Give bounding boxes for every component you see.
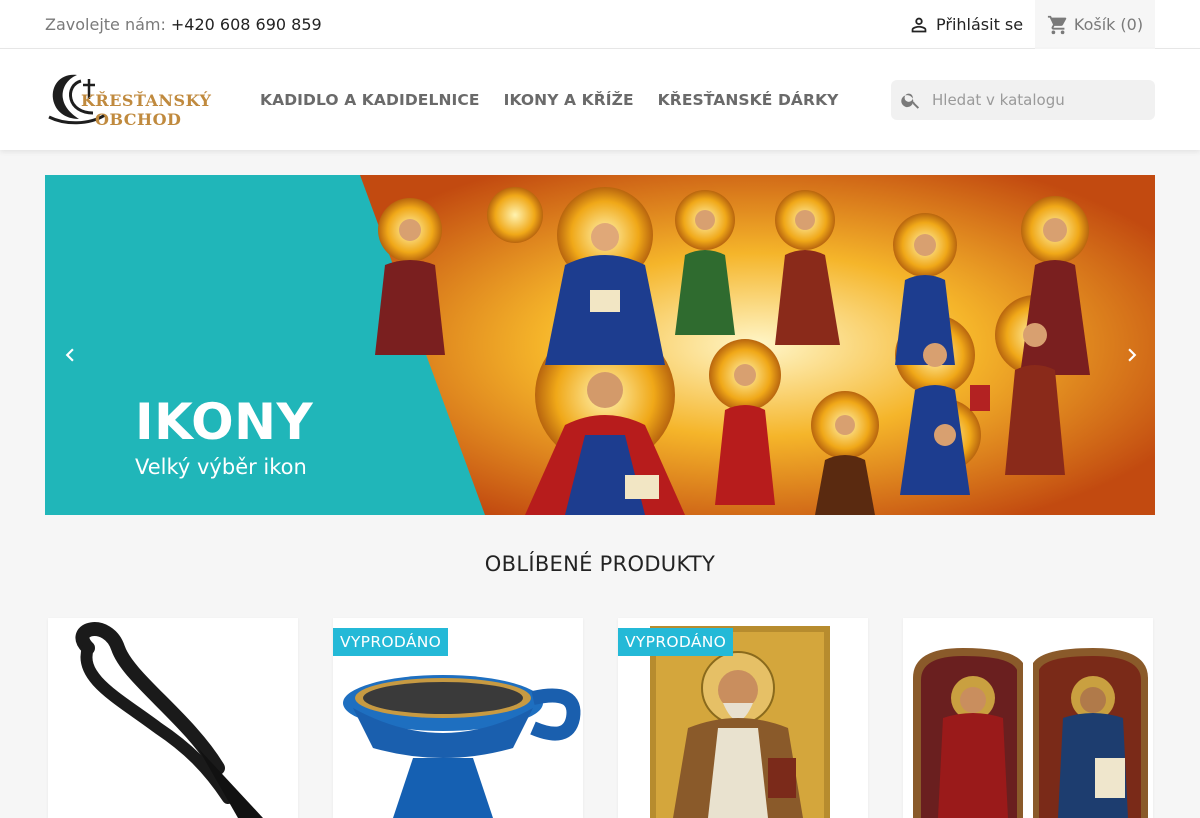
product-card[interactable]: [48, 618, 298, 818]
search-box: [891, 80, 1155, 120]
contact-info: Zavolejte nám: +420 608 690 859: [45, 0, 322, 49]
cart-label: Košík: [1073, 15, 1116, 34]
user-icon: [911, 17, 927, 32]
main-header: KŘESŤANSKÝ OBCHOD KADIDLO A KADIDELNICE …: [0, 49, 1200, 150]
search-icon[interactable]: [900, 89, 922, 111]
search-input[interactable]: [932, 91, 1142, 109]
product-card[interactable]: VYPRODÁNO: [333, 618, 583, 818]
product-card[interactable]: VYPRODÁNO: [618, 618, 868, 818]
nav-item-christian-gifts[interactable]: KŘESŤANSKÉ DÁRKY: [658, 91, 839, 109]
contact-label: Zavolejte nám:: [45, 15, 166, 34]
nav-item-incense[interactable]: KADIDLO A KADIDELNICE: [260, 91, 480, 109]
sold-out-badge: VYPRODÁNO: [618, 628, 734, 656]
cart-button[interactable]: Košík (0): [1035, 0, 1155, 49]
logo-line-1: KŘESŤANSKÝ: [81, 91, 212, 110]
diptych-icon-image: [903, 618, 1153, 818]
chevron-left-icon: [65, 348, 74, 362]
banner-title: IKONY: [135, 393, 314, 451]
hero-carousel: IKONY Velký výběr ikon: [45, 175, 1155, 515]
sold-out-badge: VYPRODÁNO: [333, 628, 449, 656]
logo-line-2: OBCHOD: [95, 110, 182, 129]
product-list: VYPRODÁNO VYPRODÁNO: [48, 618, 1158, 818]
banner-subtitle: Velký výběr ikon: [135, 455, 307, 479]
nav-item-icons-crosses[interactable]: IKONY A KŘÍŽE: [504, 91, 634, 109]
cart-count: (0): [1120, 15, 1144, 34]
phone-link[interactable]: +420 608 690 859: [171, 15, 322, 34]
store-logo[interactable]: KŘESŤANSKÝ OBCHOD: [45, 69, 212, 129]
signin-label: Přihlásit se: [936, 15, 1024, 34]
section-title: OBLÍBENÉ PRODUKTY: [484, 552, 716, 576]
top-bar: Zavolejte nám: +420 608 690 859 Přihlási…: [0, 0, 1200, 49]
main-nav: KADIDLO A KADIDELNICE IKONY A KŘÍŽE KŘES…: [260, 49, 839, 150]
product-card[interactable]: [903, 618, 1153, 818]
prayer-rope-image: [48, 618, 298, 818]
signin-link[interactable]: Přihlásit se: [908, 0, 1023, 49]
carousel-next-button[interactable]: [1117, 335, 1147, 375]
carousel-prev-button[interactable]: [55, 335, 85, 375]
shopping-cart-icon: [1047, 15, 1067, 34]
chevron-right-icon: [1128, 348, 1137, 362]
